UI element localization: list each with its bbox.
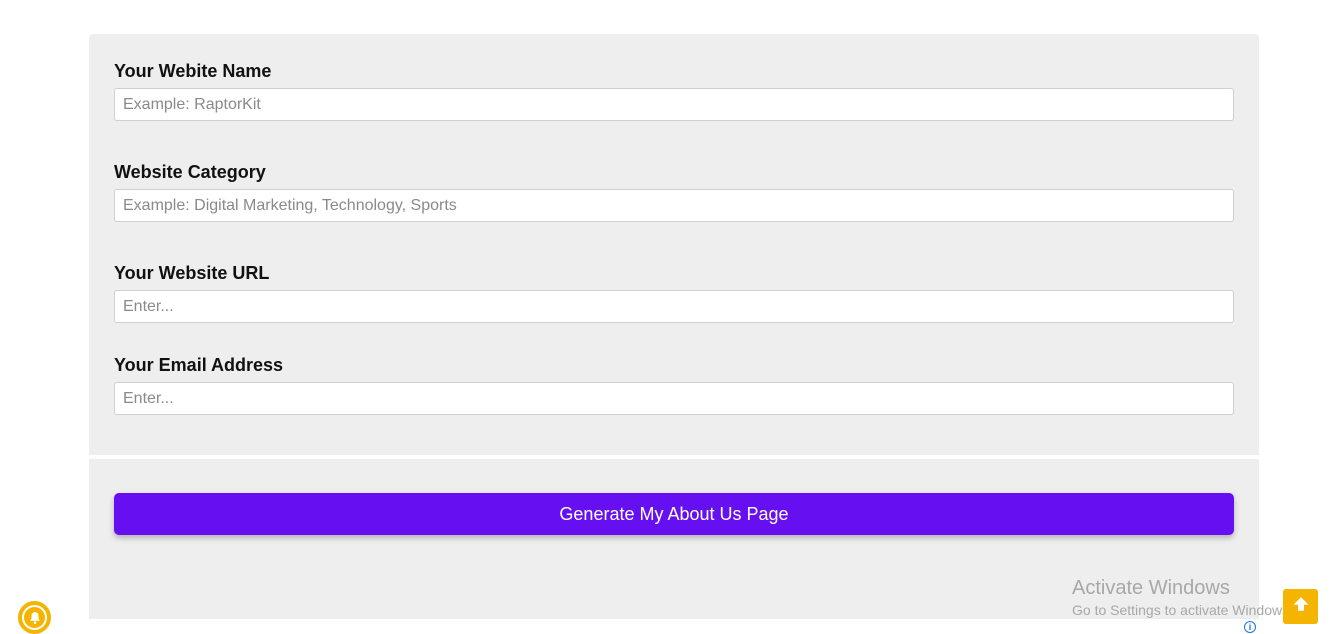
website-name-label: Your Webite Name — [114, 61, 272, 81]
website-category-input[interactable] — [114, 189, 1234, 222]
info-icon[interactable]: i — [1244, 621, 1256, 633]
website-url-label: Your Website URL — [114, 263, 270, 283]
generate-about-us-button[interactable]: Generate My About Us Page — [114, 493, 1234, 535]
email-address-label: Your Email Address — [114, 355, 284, 375]
notification-button[interactable] — [18, 601, 51, 634]
activate-windows-subtitle: Go to Settings to activate Windows. — [1072, 602, 1292, 618]
section-divider — [89, 455, 1259, 459]
website-category-label: Website Category — [114, 162, 266, 182]
activate-windows-title: Activate Windows — [1072, 577, 1230, 599]
scroll-to-top-button[interactable] — [1283, 589, 1318, 624]
website-url-input[interactable] — [114, 290, 1234, 323]
website-name-input[interactable] — [114, 88, 1234, 121]
bell-icon — [22, 605, 47, 630]
email-address-input[interactable] — [114, 382, 1234, 415]
arrow-up-icon — [1292, 595, 1310, 618]
